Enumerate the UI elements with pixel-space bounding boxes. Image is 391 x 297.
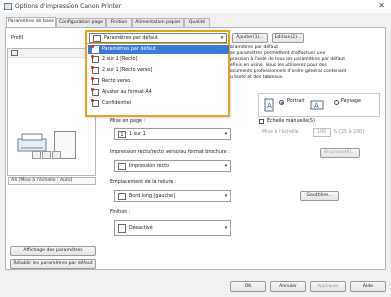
dropdown-item-2up[interactable]: 2 sur 1 [Recto]: [88, 55, 229, 64]
finishing-value: Désactivé: [129, 226, 153, 231]
apply-button[interactable]: Appliquer: [310, 281, 346, 292]
svg-text:A: A: [267, 102, 272, 110]
page-layout-value: 1 sur 1: [129, 132, 146, 137]
help-button[interactable]: Aide: [350, 281, 386, 292]
scale-input[interactable]: 100: [313, 128, 331, 137]
dropdown-item-duplex[interactable]: Recto verso: [88, 77, 229, 86]
profile-select[interactable]: Paramètres par défaut ▾: [85, 30, 230, 43]
close-icon[interactable]: ✕: [378, 1, 385, 10]
chevron-down-icon: ▾: [224, 163, 228, 169]
dropdown-item-label: Ajuster au format A4: [102, 90, 152, 95]
page-icon: [93, 35, 101, 42]
dropdown-item-fit-a4[interactable]: Ajuster au format A4: [88, 88, 229, 97]
ok-button[interactable]: OK: [230, 281, 266, 292]
profile-label: Profil: [11, 36, 23, 41]
show-settings-button[interactable]: Affichage des paramètres: [10, 246, 96, 256]
finishing-label: Finition :: [110, 210, 131, 215]
profile-description: aramètres par défaut es paramètres perme…: [230, 45, 347, 80]
scale-range: % [25 à 200]: [333, 130, 365, 135]
scale-label: Mise à l'échelle :: [262, 130, 302, 135]
dropdown-item-2up-duplex[interactable]: 2 sur 1 [Recto verso]: [88, 66, 229, 75]
preview-toolbar: [8, 49, 95, 58]
print-preview: [7, 48, 96, 176]
booklet-button[interactable]: Brochure(K)...: [320, 148, 360, 158]
dropdown-item-label: 2 sur 1 [Recto verso]: [102, 68, 153, 73]
manual-scaling-checkbox[interactable]: [259, 119, 264, 124]
dropdown-item-label: Confidentiel: [102, 101, 131, 106]
portrait-icon: A: [264, 98, 274, 112]
duplex-label: Impression recto/recto verso/au format b…: [110, 150, 230, 155]
profile-dropdown-list: Paramètres par défaut 2 sur 1 [Recto] 2 …: [85, 42, 230, 117]
title-bar: Options d'impression Canon Printer ✕: [0, 0, 391, 13]
profile-value: Paramètres par défaut: [104, 36, 158, 41]
simplex-icon: [118, 163, 126, 170]
duplex-select[interactable]: Impression recto ▾: [114, 160, 231, 172]
add-profile-button[interactable]: Ajouter(1)...: [232, 33, 268, 43]
dropdown-item-default[interactable]: Paramètres par défaut: [88, 45, 229, 54]
svg-text:A: A: [314, 102, 319, 110]
landscape-icon: A: [310, 100, 324, 110]
layout-1up-icon: 1: [118, 131, 126, 138]
preview-control-buttons: [32, 151, 82, 160]
duplex-value: Impression recto: [129, 164, 170, 169]
dropdown-item-label: 2 sur 1 [Recto]: [102, 57, 138, 62]
fit-a4-icon: [91, 88, 99, 96]
scale-value: 100: [317, 130, 327, 135]
page-icon: [91, 45, 99, 53]
long-edge-icon: [118, 193, 126, 200]
landscape-label: Paysage: [341, 99, 361, 104]
dropdown-item-label: Recto verso: [102, 79, 131, 84]
confidential-icon: [91, 99, 99, 107]
landscape-radio[interactable]: [334, 100, 339, 105]
portrait-label: Portrait: [287, 99, 305, 104]
printer-app-icon: [4, 3, 12, 10]
dropdown-item-confidential[interactable]: Confidentiel: [88, 99, 229, 108]
window-title: Options d'impression Canon Printer: [15, 3, 122, 10]
page-layout-select[interactable]: 1 1 sur 1 ▾: [114, 128, 231, 140]
preview-button-3[interactable]: [52, 151, 61, 159]
chevron-down-icon: ▾: [224, 225, 228, 231]
finishing-select[interactable]: Désactivé ▾: [114, 220, 231, 236]
two-up-icon: [91, 55, 99, 63]
preview-button-2[interactable]: [42, 151, 51, 159]
chevron-down-icon: ▾: [220, 35, 224, 41]
cancel-button[interactable]: Annuler: [270, 281, 306, 292]
duplex-icon: [91, 77, 99, 85]
page-layout-label: Mise en page :: [110, 119, 146, 124]
edit-profile-button[interactable]: Edition(2)...: [272, 33, 304, 43]
binding-value: Bord long [gauche]: [129, 194, 175, 199]
dropdown-item-label: Paramètres par défaut: [102, 47, 156, 52]
chevron-down-icon: ▾: [224, 131, 228, 137]
restore-defaults-button[interactable]: Rétablir les paramètres par défaut: [10, 259, 96, 269]
portrait-radio[interactable]: [279, 100, 284, 105]
profile-select-box[interactable]: Paramètres par défaut ▾: [89, 33, 227, 43]
binding-label: Emplacement de la reliure :: [110, 180, 177, 185]
preview-paper-label: A4 [Mise à l'échelle : Auto]: [8, 177, 96, 185]
chevron-down-icon: ▾: [224, 193, 228, 199]
view-icon[interactable]: [11, 50, 18, 56]
finishing-off-icon: [118, 224, 126, 233]
preview-button-1[interactable]: [32, 151, 41, 159]
manual-scaling-label: Échelle manuelle(S): [267, 119, 315, 124]
print-options-window: Options d'impression Canon Printer ✕ Par…: [0, 0, 391, 297]
binding-select[interactable]: Bord long [gauche] ▾: [114, 190, 231, 202]
gutter-button[interactable]: Gouttière...: [300, 191, 339, 201]
two-up-duplex-icon: [91, 66, 99, 74]
